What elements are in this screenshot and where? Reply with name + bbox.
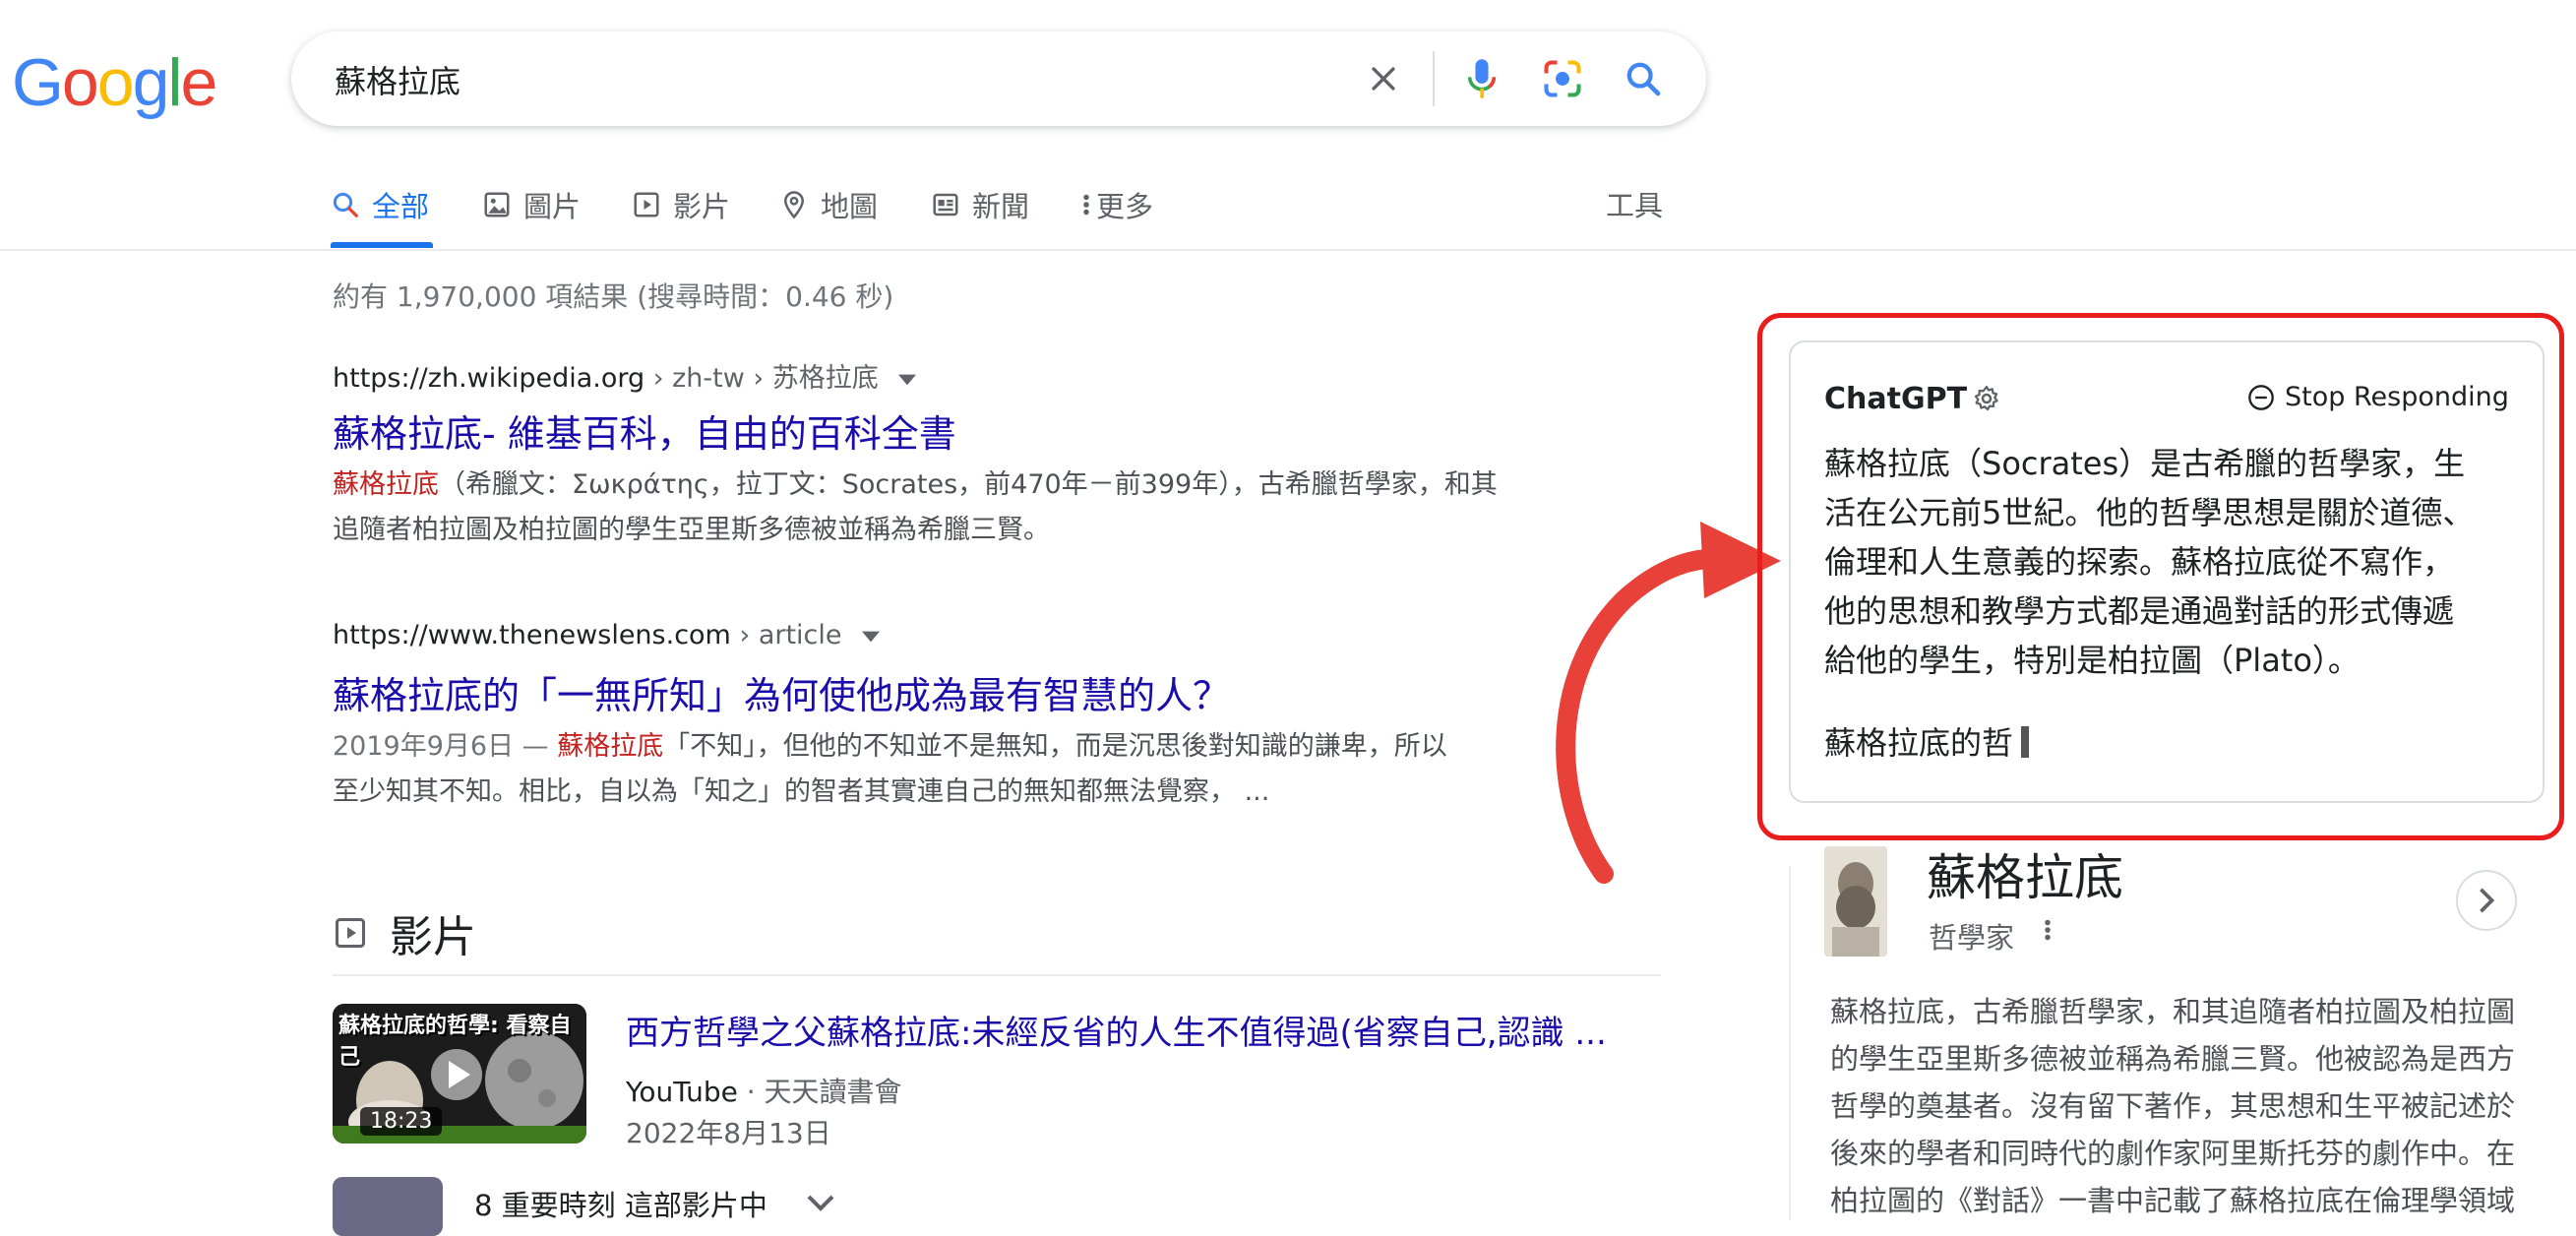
knowledge-panel-subtitle: 哲學家: [1929, 921, 2015, 955]
chevron-right-icon[interactable]: [2456, 870, 2517, 931]
search-bar: [291, 31, 1706, 126]
logo-letter: l: [167, 45, 182, 120]
description-line: 蘇格拉底，古希臘哲學家，和其追隨者柏拉圖及柏拉圖: [1830, 995, 2516, 1028]
thumbnail-text: 蘇格拉底的哲學: 看察自己: [338, 1014, 572, 1070]
tab-news[interactable]: 新聞: [931, 183, 1029, 226]
play-icon: [634, 192, 659, 217]
annotation-highlight-box: [1757, 313, 2564, 840]
snippet-text: 至少知其不知。相比，自以為「知之」的智者其實連自己的無知都無法覺察， ...: [333, 776, 1270, 807]
search-icon[interactable]: [1620, 55, 1667, 102]
tab-label: 更多: [1096, 190, 1154, 223]
snippet-text: （希臘文：Σωκράτης，拉丁文：Socrates，前470年－前399年），…: [439, 469, 1498, 500]
tab-label: 圖片: [523, 190, 582, 223]
cite-path: › article: [730, 620, 842, 650]
camera-lens-icon[interactable]: [1539, 55, 1586, 102]
knowledge-panel-description: 蘇格拉底，古希臘哲學家，和其追隨者柏拉圖及柏拉圖 的學生亞里斯多德被並稱為希臘三…: [1830, 988, 2539, 1224]
map-pin-icon: [783, 191, 805, 219]
cite-host: https://zh.wikipedia.org: [333, 363, 645, 394]
video-heading-label: 影片: [390, 912, 476, 962]
divider: [333, 974, 1661, 976]
result-snippet: 蘇格拉底（希臘文：Σωκράτης，拉丁文：Socrates，前470年－前39…: [333, 463, 1572, 553]
tools-button[interactable]: 工具: [1606, 183, 1663, 224]
image-icon: [484, 192, 510, 217]
key-moments-label: 8 重要時刻 這部影片中: [474, 1189, 767, 1222]
result-title[interactable]: 蘇格拉底的「一無所知」為何使他成為最有智慧的人？: [333, 665, 1230, 719]
logo-letter: e: [180, 45, 218, 120]
tab-more[interactable]: 更多: [1080, 183, 1153, 226]
search-input[interactable]: [333, 53, 1320, 106]
logo-letter: G: [12, 45, 64, 120]
key-moments-toggle[interactable]: 8 重要時刻 這部影片中: [474, 1183, 834, 1224]
video-platform: YouTube: [626, 1076, 738, 1108]
video-title[interactable]: 西方哲學之父蘇格拉底:未經反省的人生不值得過(省察自己,認識 ...: [626, 1006, 1607, 1054]
result-stats: 約有 1,970,000 項結果 (搜尋時間：0.46 秒): [333, 280, 894, 313]
active-tab-indicator: [331, 242, 433, 248]
snippet-text: 「不知」，但他的不知並不是無知，而是沉思後對知識的謙卑，所以: [663, 731, 1447, 762]
tab-label: 新聞: [972, 190, 1030, 223]
logo-letter: o: [96, 45, 135, 120]
result-cite[interactable]: https://zh.wikipedia.org › zh-tw › 苏格拉底: [333, 356, 917, 395]
snippet-date: 2019年9月6日 —: [333, 731, 558, 762]
logo-letter: o: [61, 45, 99, 120]
video-channel: · 天天讀書會: [737, 1076, 902, 1108]
logo-letter: g: [132, 45, 170, 120]
tab-all[interactable]: 全部: [331, 183, 429, 226]
video-duration: 18:23: [360, 1107, 443, 1136]
video-source: YouTube · 天天讀書會: [626, 1071, 902, 1110]
microphone-icon[interactable]: [1458, 55, 1505, 102]
description-line: 後來的學者和同時代的劇作家阿里斯托芬的劇作中。在: [1830, 1137, 2516, 1170]
chevron-down-icon: [807, 1195, 834, 1211]
caret-down-icon[interactable]: [862, 630, 881, 644]
tab-label: 影片: [673, 190, 731, 223]
video-thumbnail[interactable]: 蘇格拉底的哲學: 看察自己 18:23: [333, 1004, 586, 1143]
cite-host: https://www.thenewslens.com: [333, 620, 731, 650]
newspaper-icon: [933, 193, 958, 216]
clear-icon[interactable]: [1360, 55, 1407, 102]
snippet-highlight: 蘇格拉底: [333, 469, 439, 500]
snippet-highlight: 蘇格拉底: [557, 731, 664, 762]
result-title[interactable]: 蘇格拉底- 維基百科，自由的百科全書: [333, 403, 956, 458]
result-snippet: 2019年9月6日 — 蘇格拉底「不知」，但他的不知並不是無知，而是沉思後對知識…: [333, 724, 1572, 815]
caret-down-icon[interactable]: [898, 373, 917, 387]
knowledge-panel-title: 蘇格拉底: [1927, 849, 2123, 906]
knowledge-panel-image[interactable]: [1824, 846, 1887, 957]
snippet-text: 追隨者柏拉圖及柏拉圖的學生亞里斯多德被並稱為希臘三賢。: [333, 515, 1050, 545]
play-icon: [336, 918, 365, 948]
tab-label: 地圖: [821, 190, 879, 223]
more-vert-icon: [1083, 194, 1089, 216]
search-divider: [1433, 51, 1435, 106]
header-divider: [0, 249, 2576, 251]
video-date: 2022年8月13日: [626, 1117, 831, 1149]
search-icon: [333, 192, 358, 217]
description-line: 哲學的奠基者。沒有留下著作，其思想和生平被記述於: [1830, 1089, 2516, 1123]
description-line: 的學生亞里斯多德被並稱為希臘三賢。他被認為是西方: [1830, 1042, 2516, 1076]
tab-images[interactable]: 圖片: [482, 183, 581, 226]
google-logo[interactable]: Google: [12, 43, 218, 122]
tab-label: 全部: [372, 190, 430, 223]
more-options-icon[interactable]: [2043, 915, 2053, 952]
description-line: 柏拉圖的《對話》一書中記載了蘇格拉底在倫理學領域: [1830, 1184, 2516, 1217]
annotation-arrow-icon: [1556, 522, 1781, 884]
moments-thumbnail[interactable]: [333, 1177, 443, 1236]
video-section-heading: 影片: [333, 901, 476, 964]
tab-maps[interactable]: 地圖: [779, 183, 878, 226]
side-panel-border: [1789, 866, 1791, 1220]
result-cite[interactable]: https://www.thenewslens.com › article: [333, 620, 881, 650]
tab-videos[interactable]: 影片: [632, 183, 730, 226]
cite-path: › zh-tw › 苏格拉底: [644, 363, 879, 394]
